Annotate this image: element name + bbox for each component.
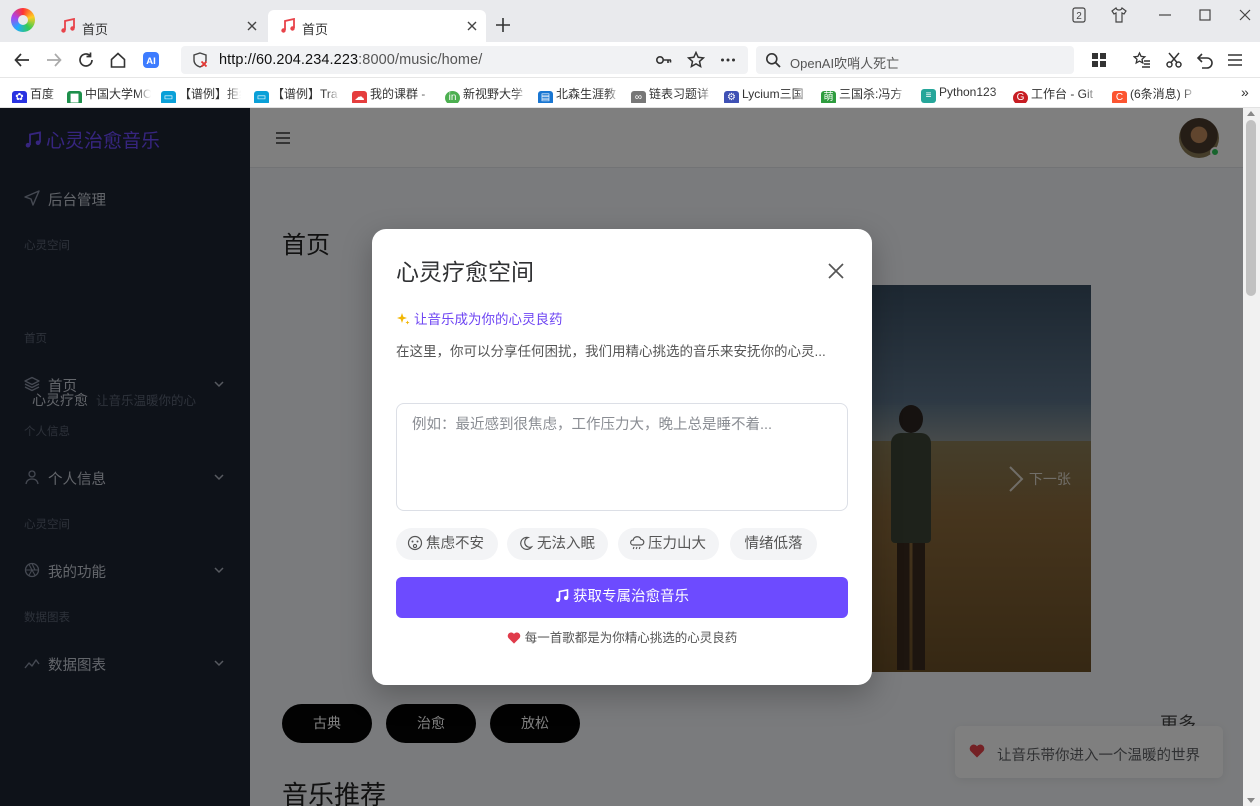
dialog-subtitle: 让音乐成为你的心灵良药 xyxy=(396,308,563,328)
bookmark-item[interactable]: ✿ 百度 xyxy=(12,85,62,103)
page-scrollbar[interactable] xyxy=(1243,108,1260,806)
mood-chip-label: 焦虑不安 xyxy=(426,536,484,552)
bookmark-item[interactable]: ▤ 北森生涯教 xyxy=(538,85,620,103)
tab-title: 首页 xyxy=(82,22,109,37)
mood-chip-low[interactable]: 情绪低落 xyxy=(730,528,817,560)
maximize-icon[interactable] xyxy=(1196,6,1214,24)
bookmark-item[interactable]: C (6条消息) P xyxy=(1112,85,1196,103)
search-icon xyxy=(765,52,781,68)
dialog-footer: 每一首歌都是为你精心挑选的心灵良药 xyxy=(372,627,872,646)
browser-logo-icon[interactable] xyxy=(11,8,35,32)
mood-chip-label: 情绪低落 xyxy=(744,536,803,552)
worried-face-icon xyxy=(407,535,423,551)
csdn-icon: C xyxy=(1112,91,1127,103)
close-tab-icon[interactable] xyxy=(464,18,480,34)
search-query: OpenAI吹哨人死亡 xyxy=(790,56,900,71)
music-note-icon xyxy=(280,18,296,34)
bookmark-item[interactable]: ▆中国大学MOOC xyxy=(67,85,151,103)
rain-cloud-icon xyxy=(630,536,645,550)
ai-icon[interactable]: AI xyxy=(142,51,160,69)
shirt-icon[interactable] xyxy=(1110,6,1128,24)
minimize-icon[interactable] xyxy=(1156,6,1174,24)
dialog-description: 在这里，你可以分享任何困扰，我们用精心挑选的音乐来安抚你的心灵... xyxy=(396,344,826,359)
bookmark-item[interactable]: ▭ 【谱例】Tra xyxy=(254,85,340,103)
reload-icon[interactable] xyxy=(77,51,95,69)
dialog-footer-text: 每一首歌都是为你精心挑选的心灵良药 xyxy=(524,631,738,645)
tab-count-value: 2 xyxy=(1076,11,1082,22)
moon-icon xyxy=(520,536,534,550)
mood-chip-label: 压力山大 xyxy=(648,536,706,552)
mood-chip-anxious[interactable]: 焦虑不安 xyxy=(396,528,498,560)
book-icon: ▆ xyxy=(67,91,82,103)
dialog-title: 心灵疗愈空间 xyxy=(396,259,534,285)
close-icon[interactable] xyxy=(827,262,845,280)
copy-icon: ∞ xyxy=(631,91,646,103)
browser-toolbar: AI http://60.204.234.223:8000/music/home… xyxy=(0,42,1260,78)
close-tab-icon[interactable] xyxy=(244,18,260,34)
heart-icon xyxy=(507,632,520,644)
globe-icon: in xyxy=(445,91,460,103)
bilibili-icon: ▭ xyxy=(254,91,269,103)
bookmarks-bar: ✿百度 ▆中国大学MOOC ▭【谱例】拒绝 ▭【谱例】Tra ☁我的课群 - i… xyxy=(0,78,1260,108)
svg-text:AI: AI xyxy=(146,56,156,67)
python-icon: ≡ xyxy=(921,89,936,103)
tab-count-icon[interactable]: 2 xyxy=(1070,6,1088,24)
back-icon[interactable] xyxy=(13,51,31,69)
mood-chip-label: 无法入眠 xyxy=(537,536,595,552)
submit-label: 获取专属治愈音乐 xyxy=(573,589,689,605)
mood-chip-insomnia[interactable]: 无法入眠 xyxy=(507,528,608,560)
paw-icon: ✿ xyxy=(12,91,27,103)
dialog-subtitle-text: 让音乐成为你的心灵良药 xyxy=(414,312,563,327)
music-note-icon xyxy=(556,589,569,602)
forward-icon[interactable] xyxy=(45,51,63,69)
url-text: http://60.204.234.223:8000/music/home/ xyxy=(219,52,482,68)
favorites-list-icon[interactable] xyxy=(1133,51,1151,69)
bilibili-icon: ▭ xyxy=(161,91,176,103)
bookmark-item[interactable]: G 工作台 - Git xyxy=(1013,85,1099,103)
page-viewport: 心灵治愈音乐 后台管理 心灵空间 心灵疗愈让音乐温暖你的心 首页 首页 个人信息… xyxy=(0,108,1243,806)
gear-icon: ⚙ xyxy=(724,91,739,103)
healing-dialog: 心灵疗愈空间 让音乐成为你的心灵良药 在这里，你可以分享任何困扰，我们用精心挑选… xyxy=(372,229,872,685)
cute-icon: 萌 xyxy=(821,91,836,103)
music-note-icon xyxy=(60,18,76,34)
bookmarks-overflow-icon[interactable]: » xyxy=(1241,84,1249,100)
feelings-input[interactable] xyxy=(396,403,848,511)
search-box[interactable]: OpenAI吹哨人死亡 xyxy=(756,46,1074,74)
url-path: :8000/music/home/ xyxy=(358,52,483,68)
bookmark-item[interactable]: 萌三国杀:冯方 xyxy=(821,85,907,103)
apps-grid-icon[interactable] xyxy=(1090,51,1108,69)
tab-1[interactable]: 首页 xyxy=(48,10,266,42)
gitee-icon: G xyxy=(1013,91,1028,103)
bookmark-item[interactable]: ▭【谱例】拒绝 xyxy=(161,85,241,103)
bookmark-item[interactable]: ☁ 我的课群 - xyxy=(352,85,434,103)
doc-icon: ▤ xyxy=(538,91,553,103)
sparkle-icon xyxy=(397,313,410,325)
new-tab-icon[interactable] xyxy=(494,16,512,34)
cloud-icon: ☁ xyxy=(352,91,367,103)
url-host: http://60.204.234.223 xyxy=(219,52,359,68)
browser-tab-bar: 首页 首页 2 xyxy=(0,0,1260,42)
address-bar[interactable]: http://60.204.234.223:8000/music/home/ xyxy=(181,46,748,74)
insecure-shield-icon[interactable] xyxy=(192,52,208,68)
close-window-icon[interactable] xyxy=(1236,6,1254,24)
undo-icon[interactable] xyxy=(1196,51,1214,69)
scissors-icon[interactable] xyxy=(1165,51,1183,69)
key-icon[interactable] xyxy=(655,51,673,69)
bookmark-item[interactable]: in 新视野大学 xyxy=(445,85,527,103)
home-icon[interactable] xyxy=(109,51,127,69)
get-healing-music-button[interactable]: 获取专属治愈音乐 xyxy=(396,577,848,618)
star-icon[interactable] xyxy=(687,51,705,69)
tab-2[interactable]: 首页 xyxy=(268,10,486,42)
scroll-down-icon[interactable] xyxy=(1247,798,1255,803)
menu-icon[interactable] xyxy=(1226,51,1244,69)
bookmark-item[interactable]: ∞ 链表习题详 xyxy=(631,85,713,103)
scroll-up-icon[interactable] xyxy=(1247,111,1255,116)
scrollbar-thumb[interactable] xyxy=(1246,120,1256,296)
more-icon[interactable] xyxy=(719,51,737,69)
bookmark-item[interactable]: ≡ Python123 xyxy=(921,85,1007,103)
mood-chip-stress[interactable]: 压力山大 xyxy=(618,528,719,560)
bookmark-item[interactable]: ⚙ Lycium三国 xyxy=(724,85,810,103)
tab-title: 首页 xyxy=(302,22,329,37)
